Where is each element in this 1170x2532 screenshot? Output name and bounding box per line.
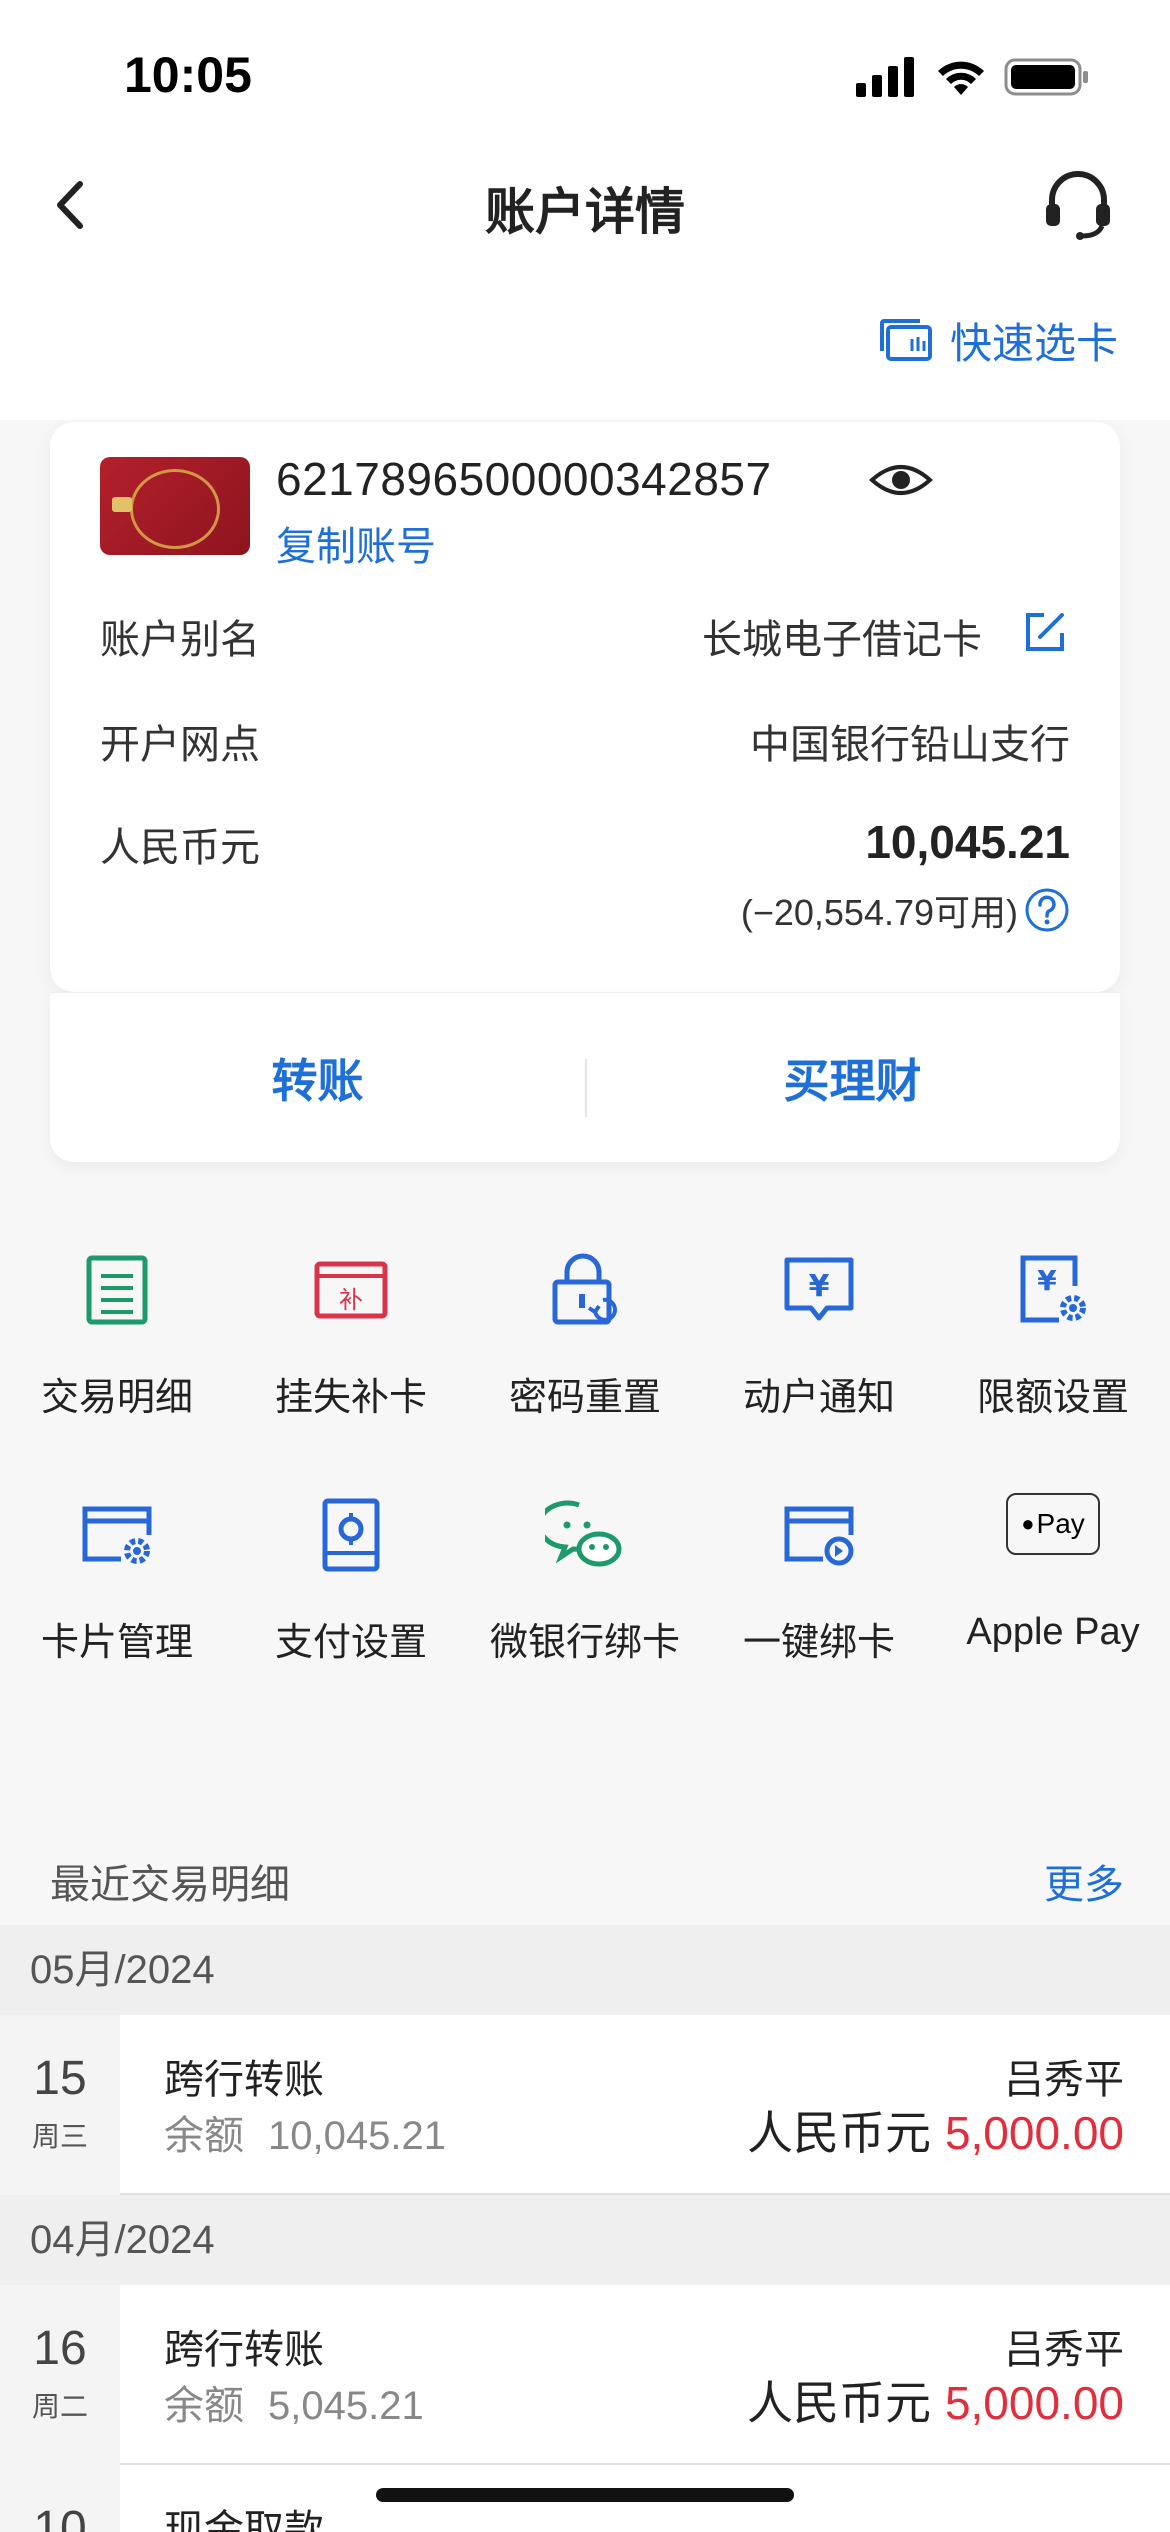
password-reset-icon	[552, 1253, 617, 1325]
card-number: 6217896500000342857	[276, 453, 772, 505]
limit-setting-icon: ¥	[1020, 1255, 1086, 1323]
service-label: 挂失补卡	[274, 1375, 427, 1419]
card-manage-icon	[82, 1506, 152, 1564]
service-label: 限额设置	[976, 1375, 1129, 1419]
recent-transactions-header: 最近交易明细 更多	[0, 1820, 1170, 1930]
card-switch-icon	[879, 318, 932, 361]
transfer-button[interactable]: 转账	[50, 993, 585, 1163]
service-label: 动户通知	[742, 1375, 895, 1419]
tx-balance-value: 5,045.21	[268, 2384, 424, 2428]
copy-account-button[interactable]: 复制账号	[276, 514, 436, 572]
cellular-signal-icon	[856, 57, 914, 97]
transaction-row[interactable]: 15 周三 跨行转账 余额 10,045.21 吕秀平 人民币元 5,000.00	[0, 2015, 1170, 2195]
apple-pay-badge-text: Pay	[1036, 1508, 1085, 1539]
alias-label: 账户别名	[100, 617, 260, 663]
tx-type: 跨行转账	[164, 2327, 324, 2373]
tx-day: 15	[33, 2052, 87, 2105]
tx-balance-label: 余额	[164, 2114, 244, 2158]
tx-amount: 人民币元 5,000.00	[747, 2097, 1124, 2163]
service-payment-setting[interactable]: 支付设置	[234, 1445, 468, 1665]
tx-day: 16	[33, 2322, 87, 2375]
quick-select-button[interactable]: 快速选卡	[878, 310, 1118, 371]
tx-date: 16 周二	[0, 2285, 120, 2465]
available-balance: (−20,554.79可用)	[741, 884, 1070, 936]
tx-balance: 余额 5,045.21	[164, 2373, 424, 2431]
tx-amount-value: 5,000.00	[944, 2107, 1124, 2159]
transaction-row[interactable]: 16 周二 跨行转账 余额 5,045.21 吕秀平 人民币元 5,000.00	[0, 2285, 1170, 2465]
tx-amount: 人民币元 5,000.00	[747, 2367, 1124, 2433]
service-account-notice[interactable]: ¥ 动户通知	[702, 1200, 936, 1420]
service-label: 一键绑卡	[742, 1620, 895, 1664]
page-title: 账户详情	[485, 183, 685, 241]
service-label: Apple Pay	[966, 1611, 1140, 1653]
available-text: (−20,554.79可用)	[740, 892, 1018, 933]
transaction-detail-icon	[86, 1255, 148, 1325]
svg-text:补: 补	[339, 1286, 363, 1314]
tx-weekday: 周二	[31, 2390, 88, 2423]
bank-card-image	[100, 457, 250, 555]
buy-wealth-button[interactable]: 买理财	[585, 993, 1120, 1163]
report-loss-icon: 补	[314, 1261, 388, 1319]
quick-select-area: 快速选卡	[0, 260, 1170, 420]
month-header: 05月/2024	[0, 1925, 1170, 2015]
apple-logo-icon: ●	[1021, 1511, 1035, 1536]
edit-icon[interactable]	[1020, 607, 1070, 657]
wechat-bind-icon	[545, 1500, 622, 1567]
alias-value: 长城电子借记卡	[702, 617, 982, 663]
tx-currency: 人民币元	[746, 2106, 931, 2160]
service-one-click-bind[interactable]: 一键绑卡	[702, 1445, 936, 1665]
status-bar: 10:05	[0, 0, 1170, 150]
account-notice-icon: ¥	[784, 1257, 854, 1321]
nav-bar: 账户详情	[0, 150, 1170, 260]
branch-value: 中国银行铅山支行	[750, 722, 1070, 768]
service-label: 密码重置	[508, 1375, 661, 1419]
service-password-reset[interactable]: 密码重置	[468, 1200, 702, 1420]
tx-balance-label: 余额	[164, 2384, 244, 2428]
service-label: 微银行绑卡	[489, 1620, 680, 1664]
currency-label: 人民币元	[100, 825, 260, 871]
eye-icon[interactable]	[868, 458, 934, 502]
action-panel: 转账 买理财	[50, 992, 1120, 1162]
status-time: 10:05	[124, 47, 252, 103]
svg-text:¥: ¥	[809, 1269, 830, 1304]
account-card-panel: 6217896500000342857 复制账号 账户别名 长城电子借记卡 开户…	[50, 422, 1120, 992]
branch-label: 开户网点	[100, 722, 260, 768]
month-header: 04月/2024	[0, 2195, 1170, 2285]
tx-date: 10	[0, 2465, 120, 2532]
apple-pay-icon: ● Pay	[1006, 1493, 1100, 1555]
home-indicator	[376, 2488, 794, 2502]
service-label: 支付设置	[274, 1620, 427, 1664]
help-icon[interactable]	[1024, 887, 1070, 933]
tx-type: 现金取款	[164, 2507, 324, 2532]
service-label: 交易明细	[40, 1375, 193, 1419]
quick-select-label: 快速选卡	[949, 319, 1118, 368]
service-label: 卡片管理	[40, 1620, 193, 1664]
tx-day: 10	[33, 2502, 87, 2532]
balance-value: 10,045.21	[865, 816, 1070, 868]
tx-balance: 余额 10,045.21	[164, 2103, 446, 2161]
tx-balance-value: 10,045.21	[268, 2114, 446, 2158]
wifi-icon	[938, 61, 984, 95]
tx-type: 跨行转账	[164, 2057, 324, 2103]
battery-icon	[1004, 58, 1088, 96]
status-icons	[856, 56, 1090, 98]
recent-title: 最近交易明细	[50, 1862, 290, 1908]
more-link[interactable]: 更多	[1044, 1852, 1124, 1910]
service-limit-setting[interactable]: ¥ 限额设置	[936, 1200, 1170, 1420]
service-report-loss[interactable]: 补 挂失补卡	[234, 1200, 468, 1420]
tx-amount-value: 5,000.00	[944, 2377, 1124, 2429]
service-apple-pay[interactable]: ● Pay Apple Pay	[936, 1445, 1170, 1665]
one-click-bind-icon	[784, 1506, 854, 1566]
service-card-manage[interactable]: 卡片管理	[0, 1445, 234, 1665]
service-transaction-detail[interactable]: 交易明细	[0, 1200, 234, 1420]
payment-setting-icon	[322, 1498, 380, 1572]
customer-service-icon[interactable]	[1038, 164, 1118, 244]
tx-currency: 人民币元	[746, 2376, 931, 2430]
tx-weekday: 周三	[31, 2120, 88, 2153]
tx-date: 15 周三	[0, 2015, 120, 2195]
svg-text:¥: ¥	[1037, 1264, 1057, 1297]
service-wechat-bind[interactable]: 微银行绑卡	[468, 1445, 702, 1665]
